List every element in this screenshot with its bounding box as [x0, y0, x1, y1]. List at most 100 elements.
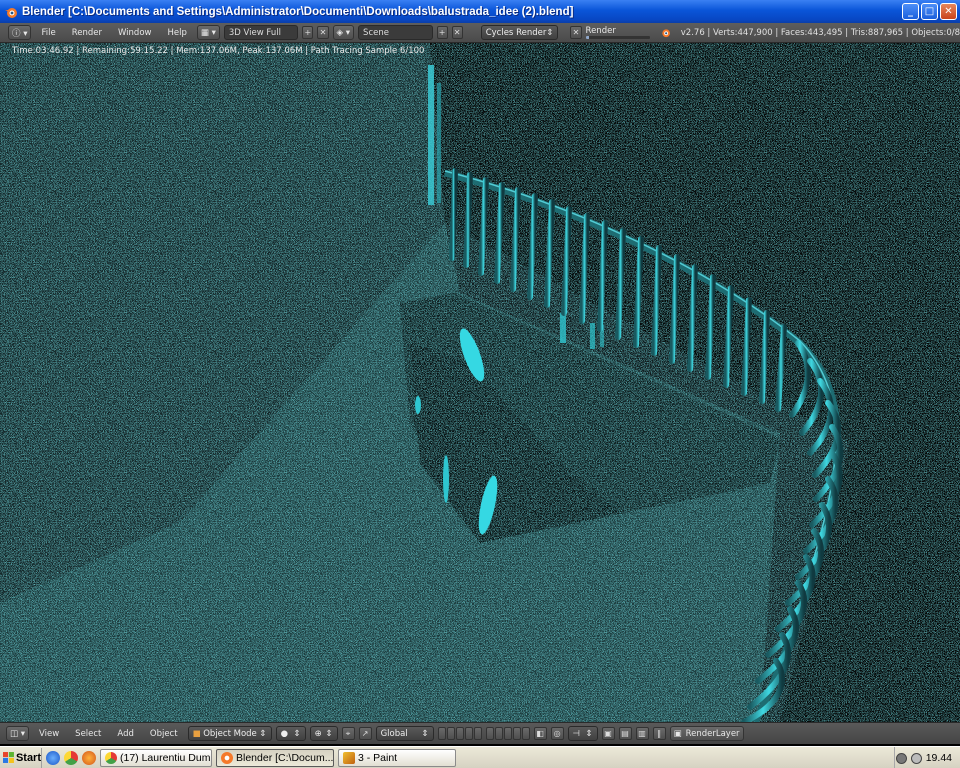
- chrome-quicklaunch-icon[interactable]: [64, 750, 78, 765]
- proportional-edit-icon[interactable]: ◎: [550, 727, 564, 740]
- floor-reflection: [590, 323, 595, 349]
- task-blender-label: Blender [C:\Docum...: [236, 751, 334, 764]
- layer-button[interactable]: [521, 727, 530, 740]
- wall-edge-highlight-2: [437, 83, 441, 203]
- render-progress-bar: [585, 35, 651, 39]
- layer-button[interactable]: [494, 727, 503, 740]
- translate-manipulator-icon[interactable]: ↗: [358, 727, 372, 740]
- menu-help[interactable]: Help: [161, 28, 192, 38]
- task-blender[interactable]: Blender [C:\Docum...: [216, 748, 334, 767]
- pivot-icon: ⊕: [314, 728, 322, 739]
- info-header: ⓘ ▾ File Render Window Help ▦ ▾ 3D View …: [0, 23, 960, 43]
- menu-select[interactable]: Select: [69, 729, 107, 739]
- layer-button[interactable]: [485, 727, 494, 740]
- object-mode-icon: ■: [192, 728, 201, 739]
- menu-file[interactable]: File: [35, 28, 61, 38]
- blender-icon: [221, 751, 233, 764]
- snap-icon: ⊣: [572, 728, 580, 739]
- windows-logo-icon: [3, 752, 14, 763]
- render-layer-field[interactable]: ▣ RenderLayer: [669, 726, 744, 741]
- render-scene: [0, 43, 960, 722]
- start-button[interactable]: Start: [0, 747, 42, 768]
- paint-icon: [343, 751, 355, 764]
- pivot-point-select[interactable]: ⊕ ⇕: [309, 726, 338, 741]
- clock[interactable]: 19.44: [926, 752, 952, 764]
- minimize-button[interactable]: _: [902, 3, 919, 20]
- floor-reflection: [560, 313, 566, 343]
- manipulator-toggle-icon[interactable]: ⌖: [341, 727, 355, 740]
- layer-button[interactable]: [437, 727, 446, 740]
- updown-arrow-icon: ⇕: [293, 728, 301, 739]
- render-anim-icon[interactable]: ▥: [635, 727, 649, 740]
- view3d-header: ◫ ▾ View Select Add Object ■ Object Mode ⇕…: [0, 722, 960, 744]
- transform-orientation-select[interactable]: Global ⇕: [375, 726, 434, 741]
- screen-layout-icon[interactable]: ▦ ▾: [196, 25, 220, 40]
- render-noise: [0, 43, 960, 722]
- blender-logo-icon: [662, 29, 670, 38]
- firefox-quicklaunch-icon[interactable]: [82, 750, 96, 765]
- add-scene-icon[interactable]: +: [436, 26, 448, 39]
- floor-reflection: [415, 396, 421, 414]
- pause-icon[interactable]: ‖: [652, 727, 666, 740]
- tray-volume-icon[interactable]: [910, 752, 922, 764]
- menu-add[interactable]: Add: [111, 729, 139, 739]
- updown-arrow-icon: ⇕: [546, 27, 554, 38]
- remove-scene-icon[interactable]: ✕: [451, 26, 463, 39]
- system-tray: 19.44: [894, 747, 960, 768]
- blender-logo-icon: [5, 7, 17, 18]
- render-engine-select[interactable]: Cycles Render ⇕: [480, 25, 559, 40]
- task-chrome-label: (17) Laurentiu Dum...: [120, 751, 212, 764]
- tray-app-icon[interactable]: [895, 752, 907, 764]
- floor-reflection: [443, 455, 449, 503]
- snap-target-icon[interactable]: ▣: [601, 727, 615, 740]
- layer-button[interactable]: [473, 727, 482, 740]
- render-progress: Render: [585, 25, 651, 40]
- remove-layout-icon[interactable]: ✕: [317, 26, 329, 39]
- updown-arrow-icon: ⇕: [585, 728, 593, 739]
- add-layout-icon[interactable]: +: [302, 26, 314, 39]
- taskbar: Start (17) Laurentiu Dum... Blender [C:\…: [0, 746, 960, 768]
- updown-arrow-icon: ⇕: [325, 728, 333, 739]
- task-paint-label: 3 - Paint: [358, 751, 398, 764]
- shading-sphere-icon: ●: [280, 728, 288, 739]
- render-status-text: Time:03:46.92 | Remaining:59:15.22 | Mem…: [12, 46, 425, 56]
- menu-window[interactable]: Window: [112, 28, 158, 38]
- mode-label: Object Mode: [203, 728, 257, 739]
- wall-edge-highlight: [428, 65, 434, 205]
- task-chrome[interactable]: (17) Laurentiu Dum...: [100, 748, 212, 767]
- layer-button[interactable]: [503, 727, 512, 740]
- screen-layout-field[interactable]: 3D View Full: [223, 25, 299, 40]
- close-button[interactable]: ✕: [940, 3, 957, 20]
- editor-type-3dview-icon[interactable]: ◫ ▾: [6, 726, 29, 741]
- ie-quicklaunch-icon[interactable]: [46, 750, 60, 765]
- snap-element-select[interactable]: ⊣ ⇕: [567, 726, 598, 741]
- menu-view[interactable]: View: [33, 729, 65, 739]
- window-controls: _ □ ✕: [902, 3, 957, 20]
- render-layer-label: RenderLayer: [685, 728, 740, 739]
- scene-icon[interactable]: ◈ ▾: [332, 25, 355, 40]
- render-still-icon[interactable]: ▤: [618, 727, 632, 740]
- updown-arrow-icon: ⇕: [421, 728, 429, 739]
- scene-statistics: v2.76 | Verts:447,900 | Faces:443,495 | …: [680, 27, 960, 38]
- updown-arrow-icon: ⇕: [259, 728, 267, 739]
- menu-render[interactable]: Render: [66, 28, 108, 38]
- layer-button[interactable]: [455, 727, 464, 740]
- cancel-render-icon[interactable]: ✕: [570, 26, 582, 39]
- editor-type-info-icon[interactable]: ⓘ ▾: [8, 25, 32, 40]
- maximize-button[interactable]: □: [921, 3, 938, 20]
- layer-button[interactable]: [464, 727, 473, 740]
- orientation-label: Global: [380, 728, 408, 739]
- scene-field[interactable]: Scene: [358, 25, 433, 40]
- mode-select[interactable]: ■ Object Mode ⇕: [187, 726, 272, 741]
- viewport-shading-select[interactable]: ● ⇕: [275, 726, 306, 741]
- render-layer-icon: ▣: [673, 728, 682, 739]
- render-engine-label: Cycles Render: [485, 27, 547, 38]
- render-viewport[interactable]: Time:03:46.92 | Remaining:59:15.22 | Mem…: [0, 43, 960, 722]
- task-paint[interactable]: 3 - Paint: [338, 748, 456, 767]
- layer-buttons[interactable]: [437, 727, 530, 740]
- menu-object[interactable]: Object: [144, 729, 184, 739]
- layer-button[interactable]: [446, 727, 455, 740]
- window-titlebar[interactable]: Blender [C:\Documents and Settings\Admin…: [0, 0, 960, 23]
- layer-lock-icon[interactable]: ◧: [533, 727, 547, 740]
- layer-button[interactable]: [512, 727, 521, 740]
